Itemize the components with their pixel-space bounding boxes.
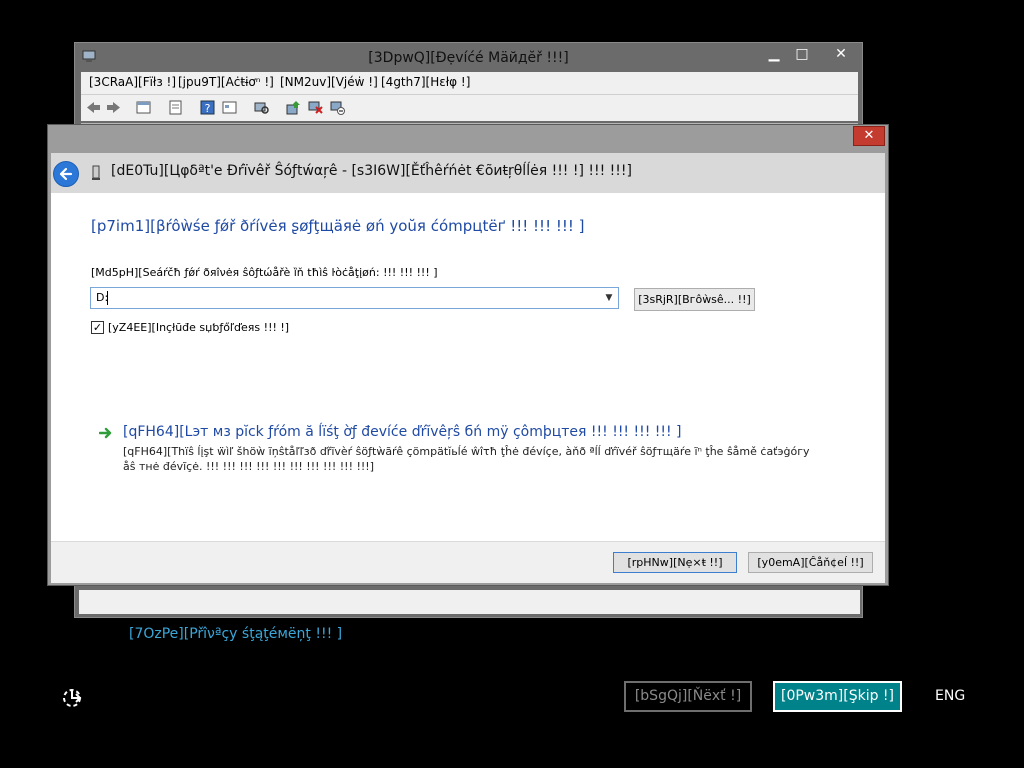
disable-device-icon[interactable] (329, 99, 346, 116)
next-button[interactable]: [rpHNw][Nẹ×ŧ !!] (613, 552, 737, 573)
back-icon[interactable] (85, 99, 102, 116)
toolbar: ? (81, 95, 858, 121)
include-subfolders-label[interactable]: [yZ4EE][Іnçłūđe ѕџƅƒőľďeяs !!! !] (108, 321, 289, 334)
minimize-button[interactable]: ▁ (761, 44, 787, 64)
svg-text:?: ? (205, 102, 211, 115)
help-icon[interactable]: ? (199, 99, 216, 116)
scan-hardware-icon[interactable] (253, 99, 270, 116)
search-location-label: [Md5pH][Seáŕčħ ƒǿŕ ðяîνėя ŝôƒtώåřè ȉň tħ… (91, 266, 438, 279)
properties-icon[interactable] (135, 99, 152, 116)
device-icon (92, 165, 100, 180)
arrow-right-icon[interactable] (99, 426, 113, 440)
menu-view[interactable]: [NM2uv][Vjéẇ !] (280, 75, 378, 89)
uninstall-device-icon[interactable] (307, 99, 324, 116)
forward-icon[interactable] (105, 99, 122, 116)
language-indicator[interactable]: ENG (935, 688, 965, 704)
include-subfolders-checkbox[interactable]: ✓ (91, 321, 104, 334)
browse-button[interactable]: [3sRjR][Bгôẁѕê... !!] (634, 288, 755, 311)
update-driver-icon[interactable] (285, 99, 302, 116)
menu-file[interactable]: [3CRaA][Fïłз !] (89, 75, 176, 89)
privacy-statement-link[interactable]: [7OzPe][Přîνªçу śţąţéмëņţ !!! ] (129, 626, 342, 642)
driver-path-combobox[interactable]: D: ▼ (90, 287, 619, 309)
pick-from-list-link[interactable]: [qFH64][Lэт мз pĭck ƒŕóm ă ĺïśţ ờƒ đevíć… (123, 424, 682, 440)
status-bar (79, 590, 860, 614)
menu-bar: [3CRaA][Fïłз !] [jpu9T][Аċŧɨơⁿ !] [NM2uv… (81, 72, 858, 95)
chevron-down-icon[interactable]: ▼ (602, 290, 616, 306)
wizard-close-button[interactable]: ✕ (853, 126, 885, 146)
page-heading: [p7im1][βŕôẁśe ƒǿř ðŕívėя ʂøƒţщäяė øń yo… (91, 217, 585, 235)
wizard-body: [p7im1][βŕôẁśe ƒǿř ðŕívėя ʂøƒţщäяė øń yo… (51, 193, 885, 541)
ease-of-access-icon[interactable] (60, 685, 86, 711)
pick-from-list-description: [qFH64][Thïŝ ĺįşt ẅìľ šhöẁ ĩņŝtåľľзð ďřĩ… (123, 445, 810, 473)
wizard-header: [dE0Tu][Цφδªt'e Ðŕïvêř Ŝóƒtẃαŗê - [s3I6W… (51, 153, 885, 193)
cancel-button[interactable]: [y0emA][Ĉåň¢еĺ !!] (748, 552, 873, 573)
view-icon[interactable] (221, 99, 238, 116)
device-manager-title: [3DpwQ][Ɖẹvíćé Мäйдӗř !!!] (368, 50, 569, 66)
show-hide-tree-icon[interactable] (167, 99, 184, 116)
close-button[interactable]: ✕ (819, 44, 863, 64)
skip-button[interactable]: [0Pw3m][Şkip !] (773, 681, 902, 712)
menu-help[interactable]: [4gth7][Нɛłφ !] (381, 75, 470, 89)
oobe-next-button[interactable]: [bSgQj][Ňёxť !] (624, 681, 752, 712)
text-caret (107, 291, 108, 305)
menu-action[interactable]: [jpu9T][Аċŧɨơⁿ !] (178, 75, 274, 89)
back-arrow-icon (59, 167, 73, 181)
wizard-title: [dE0Tu][Цφδªt'e Ðŕïvêř Ŝóƒtẃαŗê - [s3I6W… (111, 163, 632, 179)
maximize-button[interactable]: □ (789, 44, 815, 64)
back-button[interactable] (53, 161, 79, 187)
wizard-footer: [rpHNw][Nẹ×ŧ !!] [y0emA][Ĉåň¢еĺ !!] (51, 541, 885, 583)
update-driver-wizard: ✕ [dE0Tu][Цφδªt'e Ðŕïvêř Ŝóƒtẃαŗê - [s3I… (47, 124, 889, 586)
